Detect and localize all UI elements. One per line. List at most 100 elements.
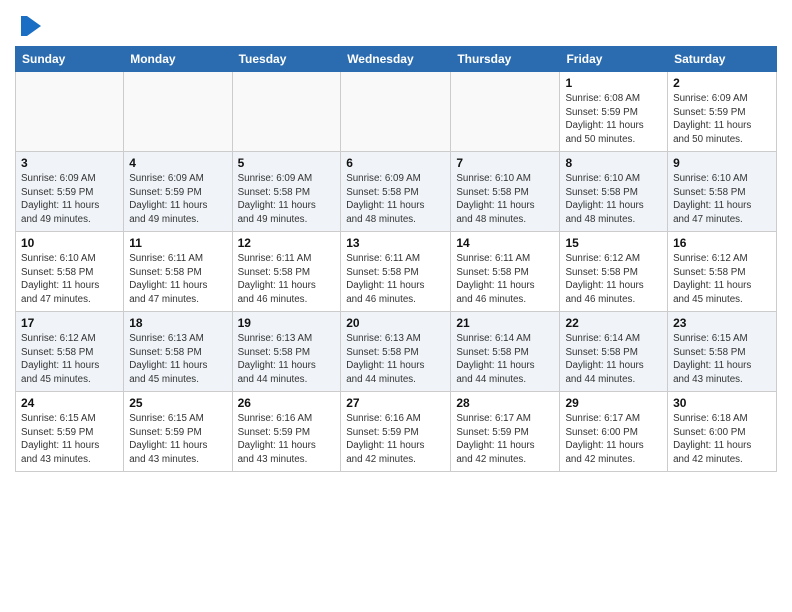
day-info: Sunrise: 6:17 AMSunset: 6:00 PMDaylight:…: [565, 412, 662, 467]
calendar-week-2: 3 Sunrise: 6:09 AMSunset: 5:59 PMDaylight…: [16, 152, 777, 232]
day-info: Sunrise: 6:14 AMSunset: 5:58 PMDaylight:…: [456, 332, 554, 387]
logo: [15, 14, 45, 40]
day-number: 13: [346, 236, 445, 250]
day-info: Sunrise: 6:10 AMSunset: 5:58 PMDaylight:…: [21, 252, 118, 307]
day-info: Sunrise: 6:14 AMSunset: 5:58 PMDaylight:…: [565, 332, 662, 387]
day-number: 22: [565, 316, 662, 330]
calendar-cell: 28 Sunrise: 6:17 AMSunset: 5:59 PMDayligh…: [451, 392, 560, 472]
calendar-cell: 23Sunrise: 6:15 AMSunset: 5:58 PMDayligh…: [668, 312, 777, 392]
calendar-cell: 14 Sunrise: 6:11 AMSunset: 5:58 PMDayligh…: [451, 232, 560, 312]
calendar-cell: 4 Sunrise: 6:09 AMSunset: 5:59 PMDaylight…: [124, 152, 232, 232]
day-info: Sunrise: 6:09 AMSunset: 5:58 PMDaylight:…: [346, 172, 445, 227]
calendar-header-saturday: Saturday: [668, 47, 777, 72]
day-info: Sunrise: 6:09 AMSunset: 5:59 PMDaylight:…: [21, 172, 118, 227]
calendar-cell: 27Sunrise: 6:16 AMSunset: 5:59 PMDayligh…: [341, 392, 451, 472]
day-info: Sunrise: 6:08 AMSunset: 5:59 PMDaylight:…: [565, 92, 662, 147]
day-number: 4: [129, 156, 226, 170]
calendar-cell: 25Sunrise: 6:15 AMSunset: 5:59 PMDayligh…: [124, 392, 232, 472]
day-info: Sunrise: 6:09 AMSunset: 5:59 PMDaylight:…: [129, 172, 226, 227]
day-number: 23: [673, 316, 771, 330]
day-info: Sunrise: 6:17 AMSunset: 5:59 PMDaylight:…: [456, 412, 554, 467]
day-info: Sunrise: 6:11 AMSunset: 5:58 PMDaylight:…: [129, 252, 226, 307]
day-number: 8: [565, 156, 662, 170]
day-number: 9: [673, 156, 771, 170]
day-info: Sunrise: 6:12 AMSunset: 5:58 PMDaylight:…: [565, 252, 662, 307]
calendar-cell: 11 Sunrise: 6:11 AMSunset: 5:58 PMDayligh…: [124, 232, 232, 312]
day-number: 1: [565, 76, 662, 90]
calendar-header-row: SundayMondayTuesdayWednesdayThursdayFrid…: [16, 47, 777, 72]
day-number: 5: [238, 156, 336, 170]
calendar-cell: 20 Sunrise: 6:13 AMSunset: 5:58 PMDayligh…: [341, 312, 451, 392]
calendar-cell: 24 Sunrise: 6:15 AMSunset: 5:59 PMDayligh…: [16, 392, 124, 472]
calendar-week-4: 17 Sunrise: 6:12 AMSunset: 5:58 PMDayligh…: [16, 312, 777, 392]
day-number: 20: [346, 316, 445, 330]
day-number: 26: [238, 396, 336, 410]
day-info: Sunrise: 6:10 AMSunset: 5:58 PMDaylight:…: [673, 172, 771, 227]
calendar-cell: 8 Sunrise: 6:10 AMSunset: 5:58 PMDaylight…: [560, 152, 668, 232]
day-info: Sunrise: 6:11 AMSunset: 5:58 PMDaylight:…: [238, 252, 336, 307]
day-number: 27: [346, 396, 445, 410]
calendar-cell: 5 Sunrise: 6:09 AMSunset: 5:58 PMDaylight…: [232, 152, 341, 232]
calendar-header-sunday: Sunday: [16, 47, 124, 72]
calendar-week-5: 24 Sunrise: 6:15 AMSunset: 5:59 PMDayligh…: [16, 392, 777, 472]
day-number: 18: [129, 316, 226, 330]
day-number: 24: [21, 396, 118, 410]
page: SundayMondayTuesdayWednesdayThursdayFrid…: [0, 0, 792, 612]
calendar-cell: 12 Sunrise: 6:11 AMSunset: 5:58 PMDayligh…: [232, 232, 341, 312]
calendar-cell: 30Sunrise: 6:18 AMSunset: 6:00 PMDayligh…: [668, 392, 777, 472]
day-number: 29: [565, 396, 662, 410]
calendar-cell: 19Sunrise: 6:13 AMSunset: 5:58 PMDayligh…: [232, 312, 341, 392]
calendar-cell: [124, 72, 232, 152]
day-number: 10: [21, 236, 118, 250]
calendar-cell: 10 Sunrise: 6:10 AMSunset: 5:58 PMDayligh…: [16, 232, 124, 312]
calendar-week-1: 1 Sunrise: 6:08 AMSunset: 5:59 PMDaylight…: [16, 72, 777, 152]
day-number: 21: [456, 316, 554, 330]
day-number: 6: [346, 156, 445, 170]
day-number: 14: [456, 236, 554, 250]
calendar-cell: 21 Sunrise: 6:14 AMSunset: 5:58 PMDayligh…: [451, 312, 560, 392]
day-info: Sunrise: 6:15 AMSunset: 5:59 PMDaylight:…: [129, 412, 226, 467]
calendar-week-3: 10 Sunrise: 6:10 AMSunset: 5:58 PMDayligh…: [16, 232, 777, 312]
calendar-cell: 16 Sunrise: 6:12 AMSunset: 5:58 PMDayligh…: [668, 232, 777, 312]
calendar: SundayMondayTuesdayWednesdayThursdayFrid…: [15, 46, 777, 472]
calendar-cell: 6 Sunrise: 6:09 AMSunset: 5:58 PMDaylight…: [341, 152, 451, 232]
day-number: 12: [238, 236, 336, 250]
day-info: Sunrise: 6:15 AMSunset: 5:59 PMDaylight:…: [21, 412, 118, 467]
day-info: Sunrise: 6:12 AMSunset: 5:58 PMDaylight:…: [21, 332, 118, 387]
day-info: Sunrise: 6:16 AMSunset: 5:59 PMDaylight:…: [238, 412, 336, 467]
calendar-cell: 18 Sunrise: 6:13 AMSunset: 5:58 PMDayligh…: [124, 312, 232, 392]
logo-icon: [17, 12, 45, 40]
calendar-cell: [341, 72, 451, 152]
day-info: Sunrise: 6:11 AMSunset: 5:58 PMDaylight:…: [346, 252, 445, 307]
calendar-cell: 7 Sunrise: 6:10 AMSunset: 5:58 PMDaylight…: [451, 152, 560, 232]
day-number: 7: [456, 156, 554, 170]
calendar-cell: [16, 72, 124, 152]
calendar-cell: 26 Sunrise: 6:16 AMSunset: 5:59 PMDayligh…: [232, 392, 341, 472]
calendar-header-wednesday: Wednesday: [341, 47, 451, 72]
calendar-cell: 2 Sunrise: 6:09 AMSunset: 5:59 PMDaylight…: [668, 72, 777, 152]
calendar-header-monday: Monday: [124, 47, 232, 72]
day-info: Sunrise: 6:09 AMSunset: 5:59 PMDaylight:…: [673, 92, 771, 147]
day-info: Sunrise: 6:11 AMSunset: 5:58 PMDaylight:…: [456, 252, 554, 307]
day-info: Sunrise: 6:10 AMSunset: 5:58 PMDaylight:…: [565, 172, 662, 227]
day-info: Sunrise: 6:12 AMSunset: 5:58 PMDaylight:…: [673, 252, 771, 307]
day-number: 11: [129, 236, 226, 250]
day-info: Sunrise: 6:10 AMSunset: 5:58 PMDaylight:…: [456, 172, 554, 227]
calendar-cell: 9 Sunrise: 6:10 AMSunset: 5:58 PMDaylight…: [668, 152, 777, 232]
day-number: 3: [21, 156, 118, 170]
day-info: Sunrise: 6:13 AMSunset: 5:58 PMDaylight:…: [238, 332, 336, 387]
day-number: 28: [456, 396, 554, 410]
calendar-cell: 13 Sunrise: 6:11 AMSunset: 5:58 PMDayligh…: [341, 232, 451, 312]
calendar-cell: 17 Sunrise: 6:12 AMSunset: 5:58 PMDayligh…: [16, 312, 124, 392]
day-info: Sunrise: 6:13 AMSunset: 5:58 PMDaylight:…: [346, 332, 445, 387]
calendar-cell: 15Sunrise: 6:12 AMSunset: 5:58 PMDayligh…: [560, 232, 668, 312]
day-number: 16: [673, 236, 771, 250]
day-number: 2: [673, 76, 771, 90]
day-info: Sunrise: 6:18 AMSunset: 6:00 PMDaylight:…: [673, 412, 771, 467]
day-info: Sunrise: 6:13 AMSunset: 5:58 PMDaylight:…: [129, 332, 226, 387]
day-info: Sunrise: 6:09 AMSunset: 5:58 PMDaylight:…: [238, 172, 336, 227]
day-number: 17: [21, 316, 118, 330]
calendar-cell: 3 Sunrise: 6:09 AMSunset: 5:59 PMDaylight…: [16, 152, 124, 232]
calendar-cell: [232, 72, 341, 152]
calendar-header-thursday: Thursday: [451, 47, 560, 72]
